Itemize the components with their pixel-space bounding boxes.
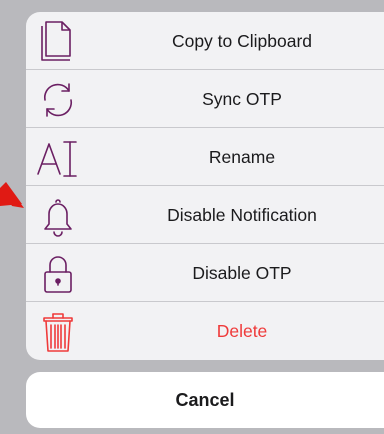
- sync-icon: [36, 78, 80, 122]
- pointer-arrow-icon: [0, 182, 24, 208]
- delete-label: Delete: [216, 321, 268, 341]
- copy-icon: [36, 20, 80, 64]
- action-sheet: Copy to Clipboard Sync OTP Rename Disabl…: [26, 12, 384, 360]
- copy-to-clipboard-label: Copy to Clipboard: [171, 31, 313, 51]
- lock-icon: [36, 252, 80, 296]
- sync-otp-label: Sync OTP: [202, 89, 282, 109]
- bell-icon: [36, 194, 80, 238]
- disable-notification-label: Disable Notification: [167, 205, 317, 225]
- trash-icon: [36, 310, 80, 354]
- sync-otp-button[interactable]: Sync OTP: [26, 70, 384, 128]
- cancel-button[interactable]: Cancel: [26, 372, 384, 428]
- rename-button[interactable]: Rename: [26, 128, 384, 186]
- cancel-label: Cancel: [175, 390, 235, 410]
- disable-otp-button[interactable]: Disable OTP: [26, 244, 384, 302]
- rename-label: Rename: [208, 147, 276, 167]
- rename-icon: [36, 136, 80, 180]
- disable-otp-label: Disable OTP: [192, 263, 292, 283]
- copy-to-clipboard-button[interactable]: Copy to Clipboard: [26, 12, 384, 70]
- delete-button[interactable]: Delete: [26, 302, 384, 360]
- disable-notification-button[interactable]: Disable Notification: [26, 186, 384, 244]
